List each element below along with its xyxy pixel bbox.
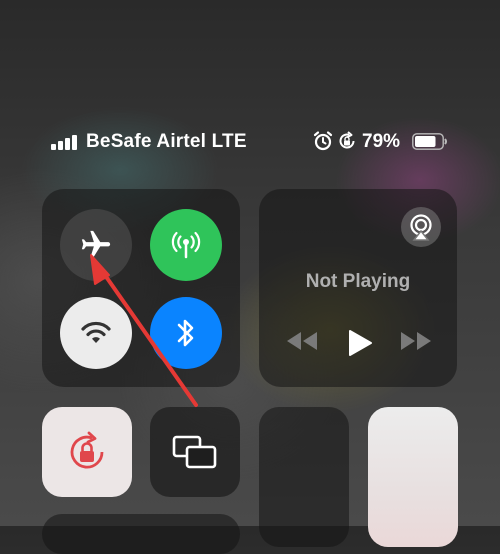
- orientation-lock-icon: [339, 131, 355, 149]
- control-tile[interactable]: [42, 514, 240, 554]
- antenna-icon: [171, 231, 201, 259]
- cellular-data-button[interactable]: [150, 209, 222, 281]
- screen-mirroring-icon: [172, 435, 217, 469]
- now-playing-module: Not Playing: [259, 189, 457, 387]
- screen-mirroring-button[interactable]: [150, 407, 240, 497]
- alarm-icon: [313, 131, 333, 151]
- wifi-icon: [81, 321, 111, 343]
- rewind-icon[interactable]: [285, 330, 319, 352]
- rotation-lock-icon: [70, 431, 104, 469]
- brightness-slider[interactable]: [259, 407, 349, 547]
- connectivity-module: [42, 189, 240, 387]
- status-bar: BeSafe Airtel LTE 79%: [0, 128, 500, 156]
- battery-percentage: 79%: [362, 131, 401, 152]
- bluetooth-icon: [177, 319, 194, 347]
- rotation-lock-button[interactable]: [42, 407, 132, 497]
- volume-slider[interactable]: [368, 407, 458, 547]
- battery-icon: [412, 133, 447, 150]
- signal-icon: [51, 134, 79, 150]
- carrier-name: BeSafe Airtel LTE: [86, 131, 247, 152]
- airplay-button[interactable]: [401, 207, 441, 247]
- airplane-icon: [81, 230, 111, 258]
- play-icon[interactable]: [347, 329, 373, 357]
- wifi-button[interactable]: [60, 297, 132, 369]
- now-playing-status: Not Playing: [305, 271, 411, 292]
- airplane-mode-button[interactable]: [60, 209, 132, 281]
- airplay-audio-icon: [410, 214, 432, 241]
- fast-forward-icon[interactable]: [399, 330, 433, 352]
- bluetooth-button[interactable]: [150, 297, 222, 369]
